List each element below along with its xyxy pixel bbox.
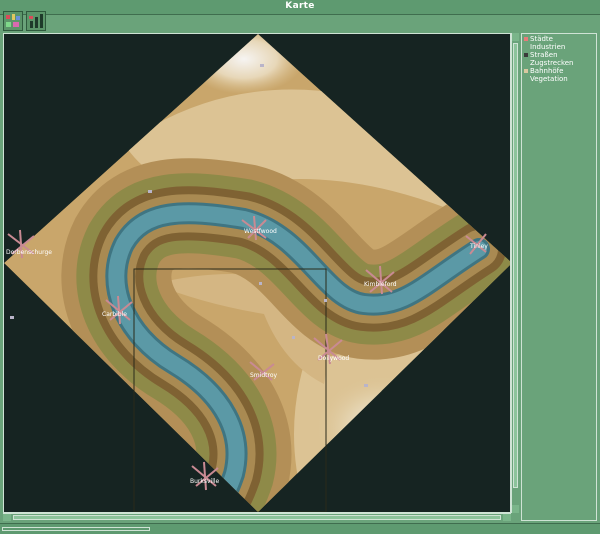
legend-color-swatch [524, 37, 528, 41]
legend-toggle-button[interactable] [3, 11, 23, 31]
window-title: Karte [285, 1, 315, 11]
city-label: Kimbleford [364, 281, 397, 288]
scroll-up-arrow[interactable] [512, 33, 519, 41]
legend-item-cities[interactable]: Städte [524, 35, 553, 43]
horizontal-scrollbar[interactable] [3, 513, 511, 521]
legend-item-railways[interactable]: Zugstrecken [524, 59, 574, 67]
city-label: Carbible [102, 311, 127, 318]
map-legend-panel: Städte Industrien Straßen Zugstrecken Ba… [521, 33, 597, 521]
legend-color-swatch [524, 53, 528, 57]
legend-item-roads[interactable]: Straßen [524, 51, 558, 59]
status-bar [0, 523, 600, 534]
legend-item-stations[interactable]: Bahnhöfe [524, 67, 563, 75]
vertical-scroll-thumb[interactable] [513, 43, 518, 488]
legend-color-swatch [524, 77, 528, 81]
scroll-down-arrow[interactable] [512, 505, 519, 513]
legend-color-swatch [524, 45, 528, 49]
city-label: Dollywood [318, 355, 349, 362]
status-field [2, 527, 150, 531]
city-label: Dorbenschurge [6, 249, 52, 256]
legend-color-swatch [524, 69, 528, 73]
map-view[interactable]: Westfwood Tinley Kimbleford Dorbenschurg… [3, 33, 511, 513]
city-label: Tinley [469, 243, 488, 250]
legend-color-swatch [524, 61, 528, 65]
legend-item-vegetation[interactable]: Vegetation [524, 75, 568, 83]
map-window: Karte Westfwood Tinley Kimbleford Dorben… [0, 0, 600, 534]
bar-chart-icon [29, 14, 43, 28]
graph-toggle-button[interactable] [26, 11, 46, 31]
city-label: Burksville [190, 478, 220, 485]
city-label: Westfwood [244, 228, 277, 235]
vertical-scrollbar[interactable] [511, 33, 519, 513]
scroll-right-arrow[interactable] [503, 514, 511, 521]
horizontal-scroll-thumb[interactable] [13, 515, 501, 520]
city-label: Smidtroy [250, 372, 277, 379]
terrain-map[interactable]: Westfwood Tinley Kimbleford Dorbenschurg… [4, 34, 510, 512]
city-legend-icon [6, 14, 20, 27]
legend-item-industries[interactable]: Industrien [524, 43, 565, 51]
scroll-left-arrow[interactable] [3, 514, 11, 521]
title-bar[interactable]: Karte [0, 0, 600, 15]
